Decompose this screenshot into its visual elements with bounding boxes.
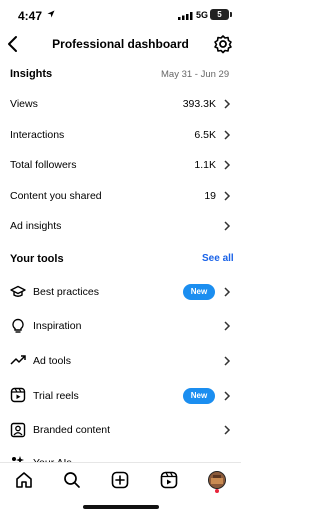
chevron-right-icon [224,321,231,331]
avatar-image [209,472,225,488]
lightbulb-icon [12,318,24,333]
location-arrow-icon [47,10,55,18]
insight-label-views: Views [10,98,38,110]
chevron-right-icon [224,287,231,297]
chevron-right-icon [224,130,231,140]
tool-label-trial-reels: Trial reels [33,390,79,402]
reels-tab-icon[interactable] [160,471,178,489]
chevron-right-icon [224,391,231,401]
insight-value-views: 393.3K [182,98,216,110]
tools-title: Your tools [10,253,64,265]
home-icon[interactable] [15,471,33,489]
date-range[interactable]: May 31 - Jun 29 [161,69,229,80]
trending-up-icon [10,355,26,365]
search-icon[interactable] [63,471,81,489]
home-indicator [83,505,159,509]
gear-icon[interactable] [213,34,233,54]
chevron-right-icon [224,425,231,435]
create-icon[interactable] [111,471,129,489]
reels-icon [10,387,26,403]
new-badge: New [183,284,215,300]
page-title: Professional dashboard [52,37,189,51]
tool-label-best-practices: Best practices [33,286,99,298]
insight-value-content-shared: 19 [204,190,216,202]
insight-label-followers: Total followers [10,159,77,171]
chevron-right-icon [224,99,231,109]
chevron-right-icon [224,160,231,170]
chevron-right-icon [224,221,231,231]
person-badge-icon [10,422,26,438]
signal-icon [178,12,193,20]
tool-label-branded-content: Branded content [33,424,111,436]
insight-label-interactions: Interactions [10,129,65,141]
chevron-right-icon [224,191,231,201]
battery-tip [230,12,232,17]
tool-label-inspiration: Inspiration [33,320,82,332]
insight-value-interactions: 6.5K [194,129,216,141]
insight-value-followers: 1.1K [194,159,216,171]
graduation-cap-icon [10,285,26,297]
insight-label-ad-insights: Ad insights [10,220,62,232]
battery-icon: 5 [210,9,229,20]
tool-label-ad-tools: Ad tools [33,355,71,367]
profile-avatar[interactable] [208,471,226,489]
see-all-link[interactable]: See all [202,253,234,264]
status-time: 4:47 [18,9,43,23]
notification-dot [215,489,219,493]
chevron-right-icon [224,356,231,366]
new-badge: New [183,388,215,404]
network-label: 5G [196,10,209,20]
insight-label-content-shared: Content you shared [10,190,102,202]
insights-title: Insights [10,68,53,80]
